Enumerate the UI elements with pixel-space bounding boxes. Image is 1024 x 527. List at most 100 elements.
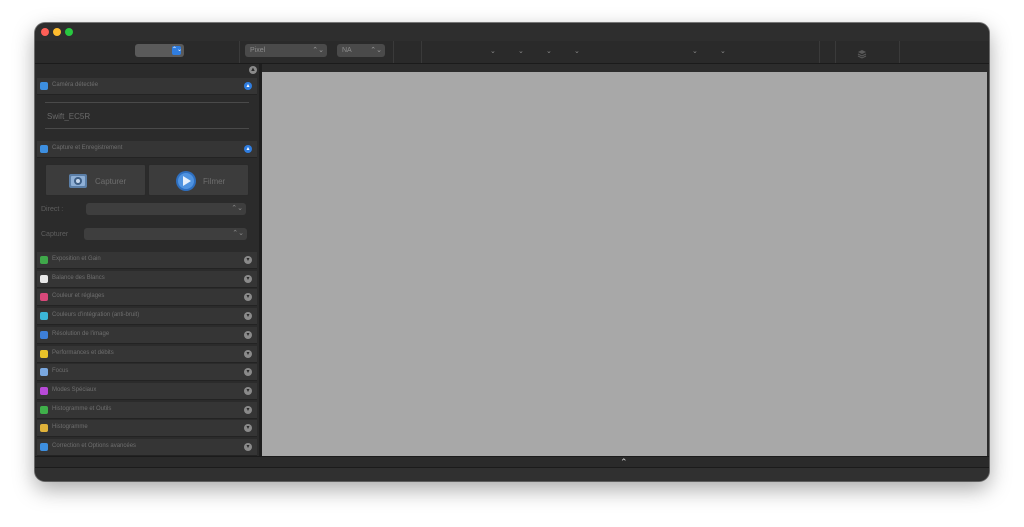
capture-button-label: Capturer: [95, 177, 127, 186]
chevron-down-icon[interactable]: ⌄: [546, 47, 552, 55]
panel-white-balance[interactable]: Balance des Blancs ▾: [37, 271, 257, 288]
popup-arrows-icon: ⌃⌄: [370, 47, 382, 54]
expand-panel-button[interactable]: ▾: [244, 331, 252, 339]
capture-record-icon: [40, 145, 48, 153]
toolbar: ⌃⌄ Pixel ⌃⌄ NA ⌃⌄ ⌄ ⌄ ⌄ ⌄ ⌄ ⌄: [35, 41, 989, 64]
chevron-down-icon[interactable]: ⌄: [692, 47, 698, 55]
panel-advanced-options[interactable]: Correction et Options avancées ▾: [37, 439, 257, 456]
unit-popup[interactable]: Pixel ⌃⌄: [245, 44, 327, 57]
expand-panel-button[interactable]: ▾: [244, 275, 252, 283]
expand-panel-button[interactable]: ▾: [244, 387, 252, 395]
unit-popup-label: Pixel: [250, 47, 266, 54]
panel-special-modes[interactable]: Modes Spéciaux ▾: [37, 383, 257, 400]
content-header-strip: [262, 64, 989, 72]
app-window: ⌃⌄ Pixel ⌃⌄ NA ⌃⌄ ⌄ ⌄ ⌄ ⌄ ⌄ ⌄ ▲ Caméra d…: [35, 23, 989, 481]
panel-image-resolution[interactable]: Résolution de l'image ▾: [37, 327, 257, 344]
chevron-down-icon[interactable]: ⌄: [720, 47, 726, 55]
panel-label: Couleurs d'intégration (anti-bruit): [52, 312, 140, 318]
chevron-down-icon[interactable]: ⌄: [574, 47, 580, 55]
expand-panel-button[interactable]: ▾: [244, 312, 252, 320]
focus-icon: [40, 368, 48, 376]
collapse-section-button[interactable]: ▴: [244, 82, 252, 90]
capture-button[interactable]: Capturer: [45, 164, 146, 196]
na-popup-label: NA: [342, 47, 352, 54]
zoom-button[interactable]: [65, 28, 73, 36]
integration-colors-icon: [40, 312, 48, 320]
panel-chart[interactable]: Histogramme ▾: [37, 420, 257, 437]
bottom-bar: ⌃: [35, 456, 989, 467]
image-resolution-icon: [40, 331, 48, 339]
panel-color-settings[interactable]: Couleur et réglages ▾: [37, 289, 257, 306]
panel-label: Histogramme: [52, 424, 88, 430]
collapse-all-button[interactable]: ▲: [249, 66, 257, 74]
panel-integration-colors[interactable]: Couleurs d'intégration (anti-bruit) ▾: [37, 308, 257, 325]
panel-label: Correction et Options avancées: [52, 443, 137, 449]
color-settings-icon: [40, 293, 48, 301]
section-capture-record[interactable]: Capture et Enregistrement ▴: [37, 141, 257, 158]
exposure-gain-icon: [40, 256, 48, 264]
collapse-section-button[interactable]: ▴: [244, 145, 252, 153]
performance-icon: [40, 350, 48, 358]
histogram-icon: [40, 406, 48, 414]
folder-select[interactable]: ⌃⌄: [86, 203, 246, 215]
panel-focus[interactable]: Focus ▾: [37, 364, 257, 381]
toolbar-separator: [835, 41, 836, 63]
chevron-down-icon[interactable]: ⌄: [490, 47, 496, 55]
panel-label: Balance des Blancs: [52, 275, 105, 281]
panel-exposure-gain[interactable]: Exposition et Gain ▾: [37, 252, 257, 269]
film-button-label: Filmer: [203, 177, 226, 186]
panel-label: Couleur et réglages: [52, 293, 105, 299]
chart-icon: [40, 424, 48, 432]
panel-label: Histogramme et Outils: [52, 406, 112, 412]
camera-icon: [68, 171, 88, 189]
popup-arrows-icon: ⌃⌄: [231, 205, 243, 212]
camera-select-popup[interactable]: ⌃⌄: [135, 44, 184, 57]
panel-label: Exposition et Gain: [52, 256, 101, 262]
play-icon: [175, 170, 197, 192]
camera-preview-area[interactable]: [262, 72, 987, 456]
panel-performance[interactable]: Performances et débits ▾: [37, 346, 257, 363]
expand-panel-button[interactable]: ▾: [244, 350, 252, 358]
panel-label: Performances et débits: [52, 350, 114, 356]
expand-panel-button[interactable]: ▾: [244, 406, 252, 414]
toolbar-separator: [819, 41, 820, 63]
panel-label: Modes Spéciaux: [52, 387, 97, 393]
expand-panel-button[interactable]: ▾: [244, 256, 252, 264]
toolbar-separator: [239, 41, 240, 63]
panel-histogram[interactable]: Histogramme et Outils ▾: [37, 402, 257, 419]
capture-mode-select[interactable]: ⌃⌄: [84, 228, 247, 240]
section-label: Caméra détectée: [52, 82, 99, 88]
chevron-down-icon[interactable]: ⌄: [518, 47, 524, 55]
section-label: Capture et Enregistrement: [52, 145, 123, 151]
section-camera-detected[interactable]: Caméra détectée ▴: [37, 78, 257, 95]
popup-arrows-icon: ⌃⌄: [312, 47, 324, 54]
advanced-options-icon: [40, 443, 48, 451]
folder-label: Direct :: [41, 206, 64, 213]
toolbar-separator: [421, 41, 422, 63]
sidebar: ▲ Caméra détectée ▴ Swift_EC5R Capture e…: [35, 64, 259, 464]
capture-mode-label: Capturer: [41, 231, 69, 238]
white-balance-icon: [40, 275, 48, 283]
na-popup[interactable]: NA ⌃⌄: [337, 44, 385, 57]
title-bar: [35, 23, 989, 41]
status-bar: [35, 467, 989, 481]
close-button[interactable]: [41, 28, 49, 36]
special-modes-icon: [40, 387, 48, 395]
film-button[interactable]: Filmer: [148, 164, 249, 196]
expand-panel-button[interactable]: ▾: [244, 368, 252, 376]
layers-icon[interactable]: [857, 46, 867, 59]
expand-panel-button[interactable]: ▾: [244, 293, 252, 301]
divider: [45, 128, 249, 129]
camera-name: Swift_EC5R: [47, 112, 91, 121]
expand-panel-button[interactable]: ▾: [244, 424, 252, 432]
popup-arrows-icon: ⌃⌄: [232, 230, 244, 237]
minimize-button[interactable]: [53, 28, 61, 36]
expand-panel-button[interactable]: ▾: [244, 443, 252, 451]
expand-drawer-icon[interactable]: ⌃: [620, 457, 628, 467]
popup-arrows-icon: ⌃⌄: [172, 46, 183, 55]
toolbar-separator: [393, 41, 394, 63]
divider: [45, 102, 249, 103]
camera-detected-icon: [40, 82, 48, 90]
panel-label: Focus: [52, 368, 69, 374]
toolbar-separator: [899, 41, 900, 63]
